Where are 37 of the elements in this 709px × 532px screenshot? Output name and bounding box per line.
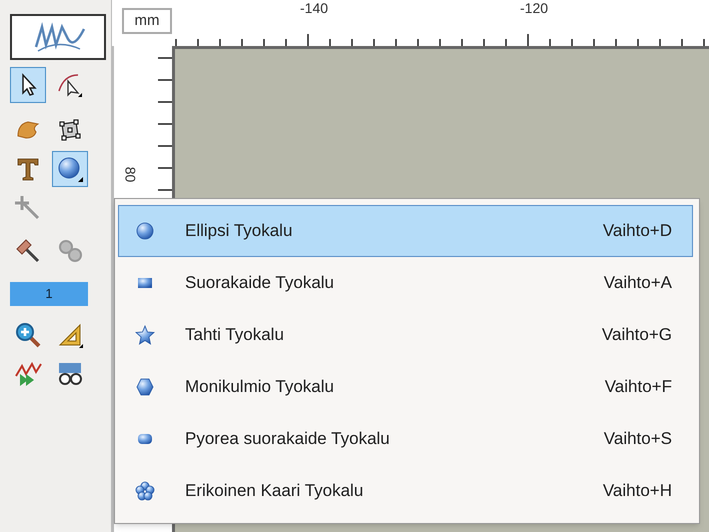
tool-button[interactable] — [10, 67, 46, 103]
menu-item-label: Monikulmio Tyokalu — [185, 376, 334, 398]
menu-item[interactable]: Suorakaide Tyokalu Vaihto+A — [118, 257, 693, 309]
menu-item[interactable]: Erikoinen Kaari Tyokalu Vaihto+H — [118, 465, 693, 517]
menu-item[interactable]: Pyorea suorakaide Tyokalu Vaihto+S — [118, 413, 693, 465]
logo-icon — [10, 14, 106, 60]
shortcut-label: Vaihto+G — [602, 324, 672, 346]
graph-play-icon — [14, 360, 42, 388]
menu-item[interactable]: Monikulmio Tyokalu Vaihto+F — [118, 361, 693, 413]
shortcut-label: Vaihto+S — [604, 428, 672, 450]
ruler-label: -140 — [300, 0, 328, 16]
menu-item[interactable]: Ellipsi Tyokalu Vaihto+D — [118, 205, 693, 257]
menu-item-label: Erikoinen Kaari Tyokalu — [185, 480, 364, 502]
magic-wand-icon — [14, 194, 42, 222]
hexagon-icon — [135, 377, 155, 397]
ellipse-icon — [56, 155, 84, 183]
menu-item-label: Pyorea suorakaide Tyokalu — [185, 428, 390, 450]
glasses-icon — [56, 360, 84, 388]
flower-icon — [135, 481, 155, 501]
menu-item-label: Tahti Tyokalu — [185, 324, 284, 346]
star-icon — [135, 325, 155, 345]
set-square-icon — [56, 321, 84, 349]
zoom-in-icon — [14, 321, 42, 349]
hammer-icon — [14, 237, 42, 265]
shortcut-label: Vaihto+H — [602, 480, 672, 502]
ruler-label: -120 — [520, 0, 548, 16]
menu-item-label: Suorakaide Tyokalu — [185, 272, 334, 294]
gears-icon — [56, 237, 84, 265]
unit-label: mm — [122, 8, 172, 34]
ruler-label: 80 — [121, 166, 140, 182]
menu-item[interactable]: Tahti Tyokalu Vaihto+G — [118, 309, 693, 361]
ellipse-icon — [135, 221, 155, 241]
page-number-field[interactable]: 1 — [10, 282, 88, 306]
shortcut-label: Vaihto+D — [602, 220, 672, 242]
shortcut-label: Vaihto+A — [604, 272, 672, 294]
shortcut-label: Vaihto+F — [604, 376, 672, 398]
menu-item-label: Ellipsi Tyokalu — [185, 220, 292, 242]
